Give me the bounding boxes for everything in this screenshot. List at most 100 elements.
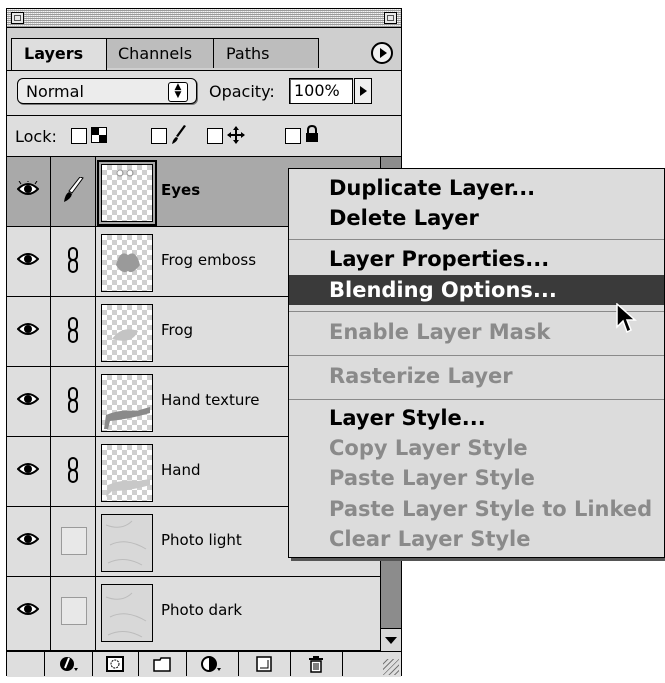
layer-thumbnail [101, 584, 153, 642]
tab-channels[interactable]: Channels [105, 38, 215, 68]
menu-item-paste-layer-style: Paste Layer Style [329, 466, 535, 490]
lock-image-checkbox[interactable] [151, 128, 167, 144]
layer-name: Hand texture [161, 391, 260, 409]
link-cell[interactable] [51, 157, 96, 226]
menu-item-rasterize-layer: Rasterize Layer [329, 364, 513, 388]
lock-transparency-checkbox[interactable] [71, 128, 87, 144]
eye-icon[interactable] [17, 391, 39, 407]
layer-name: Frog [161, 321, 194, 339]
menu-item-duplicate-layer[interactable]: Duplicate Layer... [289, 173, 664, 203]
close-box-icon[interactable] [11, 12, 24, 24]
menu-item-delete-layer[interactable]: Delete Layer [289, 203, 664, 233]
mouse-pointer-icon [616, 303, 637, 334]
layer-thumbnail [101, 234, 153, 292]
new-layer-icon [256, 656, 272, 672]
link-empty-box [61, 597, 87, 625]
opacity-field[interactable]: 100% [289, 78, 353, 104]
layer-name: Photo light [161, 531, 242, 549]
layer-name: Photo dark [161, 601, 243, 619]
lock-all-checkbox[interactable] [285, 128, 301, 144]
menu-item-copy-layer-style: Copy Layer Style [329, 436, 528, 460]
trash-icon [309, 656, 323, 673]
menu-item-clear-layer-style: Clear Layer Style [329, 527, 531, 551]
lock-position-checkbox[interactable] [207, 128, 223, 144]
layer-context-menu: Duplicate Layer... Delete Layer Layer Pr… [288, 168, 665, 558]
menu-item-layer-properties[interactable]: Layer Properties... [289, 244, 664, 274]
eye-icon[interactable] [17, 601, 39, 617]
link-empty-box [61, 527, 87, 555]
move-icon [227, 126, 245, 144]
menu-item-enable-layer-mask: Enable Layer Mask [329, 320, 551, 344]
layer-style-icon [60, 657, 78, 671]
new-layer-button[interactable] [239, 652, 291, 676]
opacity-label: Opacity: [209, 82, 275, 101]
menu-separator [289, 239, 664, 240]
layer-thumbnail [97, 160, 157, 226]
tab-layers[interactable]: Layers [11, 38, 107, 70]
menu-item-blending-options[interactable]: Blending Options... [289, 275, 664, 305]
visibility-cell [7, 577, 51, 650]
chain-icon [68, 387, 78, 413]
lock-label: Lock: [15, 127, 57, 146]
menu-separator [289, 311, 664, 312]
layer-thumbnail [101, 374, 153, 432]
palette-titlebar[interactable] [7, 9, 401, 28]
layer-row-photo-dark[interactable]: Photo dark [7, 577, 380, 651]
chain-icon [68, 317, 78, 343]
visibility-cell [7, 297, 51, 366]
link-cell[interactable] [51, 437, 96, 506]
brush-icon [64, 177, 84, 202]
chain-icon [68, 247, 78, 273]
visibility-cell [7, 437, 51, 506]
opacity-slider-arrow-icon[interactable] [354, 78, 372, 104]
delete-layer-button[interactable] [291, 652, 343, 676]
visibility-cell [7, 367, 51, 436]
eye-icon[interactable] [17, 321, 39, 337]
add-layer-style-button[interactable] [45, 652, 93, 676]
toolbar-spacer [7, 652, 45, 676]
blend-mode-select[interactable]: Normal ▲ ▼ [17, 78, 197, 104]
layer-thumbnail [101, 514, 153, 572]
eye-icon[interactable] [17, 461, 39, 477]
folder-icon [153, 657, 171, 672]
new-adjustment-layer-button[interactable] [187, 652, 239, 676]
eye-icon[interactable] [17, 531, 39, 547]
menu-item-layer-style[interactable]: Layer Style... [289, 403, 664, 433]
menu-item-paste-layer-style-to-linked: Paste Layer Style to Linked [329, 497, 653, 521]
layer-thumbnail [101, 444, 153, 502]
padlock-icon [306, 125, 318, 142]
new-set-button[interactable] [139, 652, 187, 676]
palette-tabbar: Layers Channels Paths [7, 28, 401, 71]
link-cell[interactable] [51, 577, 96, 650]
scroll-down-arrow-icon[interactable] [381, 628, 401, 651]
visibility-cell [7, 157, 51, 226]
add-mask-button[interactable] [93, 652, 139, 676]
eye-icon[interactable] [17, 181, 39, 197]
visibility-cell [7, 227, 51, 296]
layer-name: Eyes [161, 181, 201, 199]
menu-separator [289, 355, 664, 356]
mask-icon [106, 656, 124, 672]
tab-paths[interactable]: Paths [213, 38, 319, 68]
eye-icon[interactable] [17, 251, 39, 267]
link-cell[interactable] [51, 367, 96, 436]
visibility-cell [7, 507, 51, 576]
menu-separator [289, 399, 664, 400]
lock-row: Lock: [7, 116, 401, 157]
updown-arrows-icon: ▲ ▼ [168, 82, 188, 102]
resize-grip-icon[interactable] [383, 659, 399, 675]
collapse-box-icon[interactable] [384, 12, 397, 24]
blend-mode-row: Normal ▲ ▼ Opacity: 100% [7, 71, 401, 116]
link-cell[interactable] [51, 227, 96, 296]
layer-name: Frog emboss [161, 251, 257, 269]
blend-mode-value: Normal [26, 82, 84, 101]
brush-lock-icon [172, 125, 186, 144]
layer-thumbnail [101, 304, 153, 362]
layer-name: Hand [161, 461, 201, 479]
transparency-icon [91, 127, 107, 143]
link-cell[interactable] [51, 507, 96, 576]
palette-menu-arrow-icon[interactable] [371, 42, 393, 64]
link-cell[interactable] [51, 297, 96, 366]
chain-icon [68, 457, 78, 483]
adjustment-layer-icon [201, 656, 221, 672]
